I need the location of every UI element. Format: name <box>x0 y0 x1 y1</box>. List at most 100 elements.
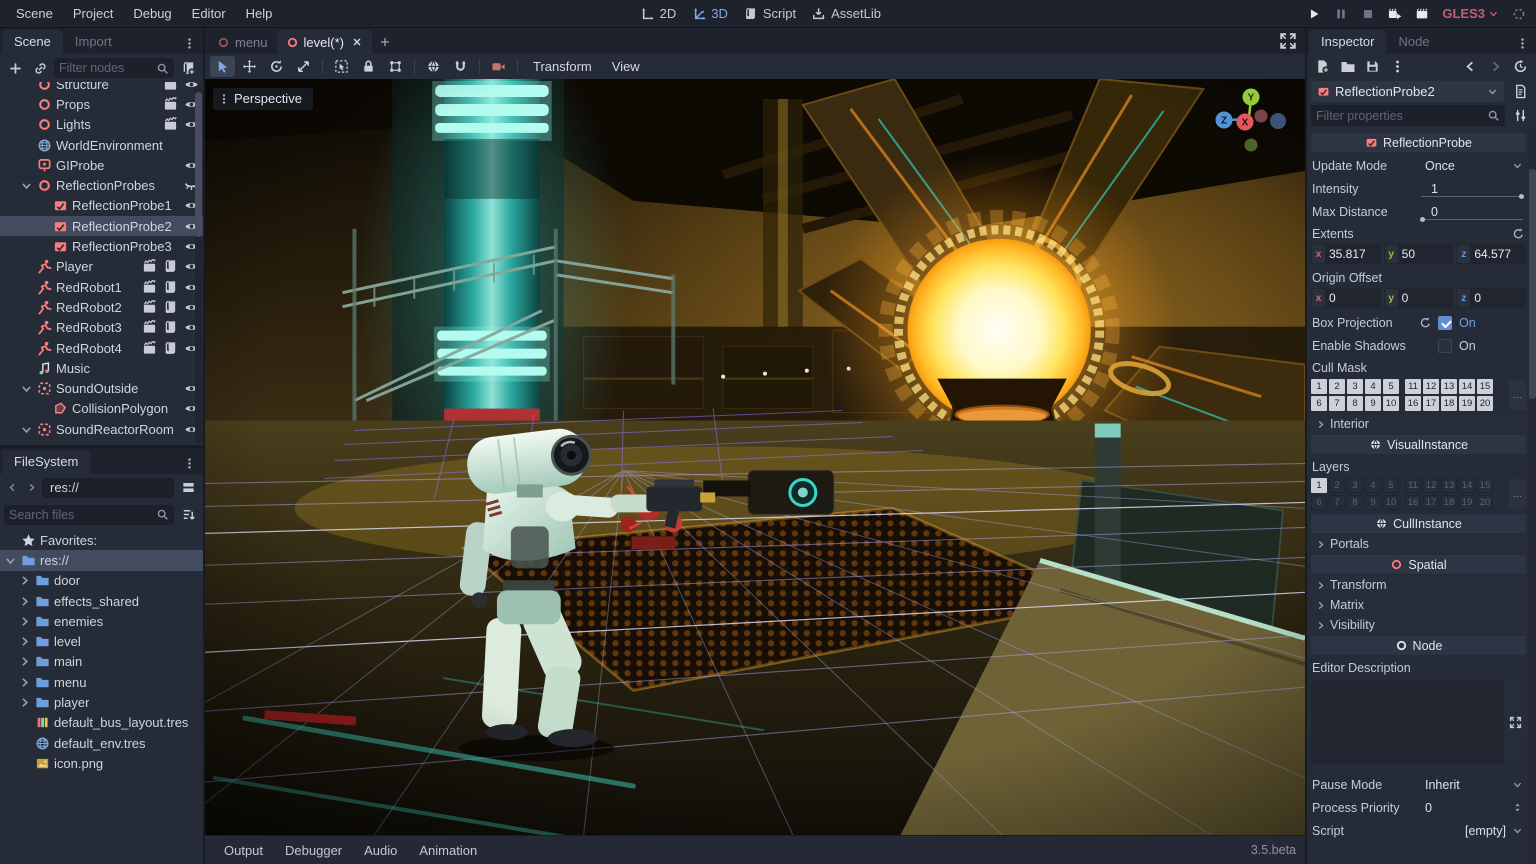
layer-cell-20[interactable]: 20 <box>1477 396 1493 411</box>
layer-cell-18[interactable]: 18 <box>1441 396 1457 411</box>
layer-cell-3[interactable]: 3 <box>1347 478 1363 493</box>
fs-item-effects_shared[interactable]: effects_shared <box>0 591 203 611</box>
fs-item-enemies[interactable]: enemies <box>0 611 203 631</box>
max-distance-field[interactable]: 0 <box>1419 202 1525 222</box>
expand-description-button[interactable] <box>1504 680 1526 764</box>
layer-cell-9[interactable]: 9 <box>1365 495 1381 510</box>
pause-mode-select[interactable]: Inherit <box>1419 775 1525 795</box>
groups-button[interactable] <box>162 116 179 133</box>
fs-forward-button[interactable] <box>23 479 39 497</box>
script-button[interactable] <box>162 258 179 275</box>
pause-button[interactable] <box>1330 3 1352 25</box>
layer-cell-2[interactable]: 2 <box>1329 379 1345 394</box>
scene-node-GIProbe[interactable]: GIProbe <box>0 155 203 175</box>
local-space-button[interactable] <box>421 56 446 77</box>
attach-script-button[interactable] <box>177 58 199 78</box>
layer-cell-19[interactable]: 19 <box>1459 495 1475 510</box>
scene-node-ReflectionProbe1[interactable]: ReflectionProbe1 <box>0 196 203 216</box>
scene-node-ReflectionProbe2[interactable]: ReflectionProbe2 <box>0 216 203 237</box>
editor-description-field[interactable] <box>1311 680 1526 764</box>
fs-split-mode-button[interactable] <box>177 478 199 498</box>
scene-tab-level[interactable]: level(*) <box>276 30 372 54</box>
inspector-scrollbar[interactable] <box>1529 129 1536 864</box>
stop-button[interactable] <box>1357 3 1379 25</box>
history-forward-button[interactable] <box>1484 57 1507 77</box>
snap-toggle-button[interactable] <box>448 56 473 77</box>
layer-cell-12[interactable]: 12 <box>1423 478 1439 493</box>
fs-item-res[interactable]: res:// <box>0 550 203 571</box>
layer-cell-20[interactable]: 20 <box>1477 495 1493 510</box>
layer-cell-10[interactable]: 10 <box>1383 495 1399 510</box>
revert-icon[interactable] <box>1419 316 1432 329</box>
rotate-tool-button[interactable] <box>264 56 289 77</box>
add-node-button[interactable] <box>4 58 26 78</box>
layer-cell-16[interactable]: 16 <box>1405 396 1421 411</box>
tab-node[interactable]: Node <box>1386 30 1441 54</box>
filter-properties-field[interactable] <box>1316 108 1487 123</box>
fs-item-main[interactable]: main <box>0 652 203 672</box>
layer-cell-14[interactable]: 14 <box>1459 379 1475 394</box>
menu-scene[interactable]: Scene <box>6 3 63 24</box>
layer-cell-8[interactable]: 8 <box>1347 396 1363 411</box>
list-select-button[interactable] <box>329 56 354 77</box>
layer-cell-4[interactable]: 4 <box>1365 379 1381 394</box>
filter-nodes-input[interactable] <box>54 58 174 78</box>
groups-button[interactable] <box>141 299 158 316</box>
layer-cell-18[interactable]: 18 <box>1441 495 1457 510</box>
fs-item-default_bus_layout.tres[interactable]: default_bus_layout.tres <box>0 713 203 733</box>
fs-item-door[interactable]: door <box>0 571 203 591</box>
layer-cell-1[interactable]: 1 <box>1311 379 1327 394</box>
layer-cell-6[interactable]: 6 <box>1311 495 1327 510</box>
resource-extra-menu-button[interactable] <box>1386 57 1409 77</box>
layer-cell-11[interactable]: 11 <box>1405 379 1421 394</box>
box-projection-checkbox[interactable] <box>1438 315 1452 330</box>
property-tools-button[interactable] <box>1508 105 1532 126</box>
groups-button[interactable] <box>141 258 158 275</box>
filter-nodes-field[interactable] <box>59 61 156 75</box>
fs-item-level[interactable]: level <box>0 631 203 651</box>
workspace-3d[interactable]: 3D <box>692 6 728 21</box>
scene-node-Lights[interactable]: Lights <box>0 115 203 135</box>
fs-item-icon.png[interactable]: icon.png <box>0 753 203 773</box>
script-select[interactable]: [empty] <box>1419 821 1525 841</box>
view-menu[interactable]: View <box>603 59 649 74</box>
open-docs-button[interactable] <box>1508 81 1532 102</box>
layer-cell-17[interactable]: 17 <box>1423 396 1439 411</box>
scene-dock-menu-button[interactable] <box>176 37 203 54</box>
play-button[interactable] <box>1303 3 1325 25</box>
scene-tree-scrollbar[interactable] <box>195 86 202 443</box>
menu-debug[interactable]: Debug <box>123 3 181 24</box>
layer-cell-13[interactable]: 13 <box>1441 478 1457 493</box>
layer-cell-17[interactable]: 17 <box>1423 495 1439 510</box>
menu-help[interactable]: Help <box>236 3 283 24</box>
scene-node-Structure[interactable]: Structure <box>0 82 203 94</box>
load-resource-button[interactable] <box>1336 57 1359 77</box>
category-cullinstance[interactable]: CullInstance <box>1311 514 1526 533</box>
layer-cell-6[interactable]: 6 <box>1311 396 1327 411</box>
update-spinner-button[interactable] <box>1508 3 1530 25</box>
layer-cell-16[interactable]: 16 <box>1405 495 1421 510</box>
filter-properties-input[interactable] <box>1311 105 1505 126</box>
layers-more-button[interactable]: ... <box>1509 479 1526 509</box>
tab-scene[interactable]: Scene <box>2 30 63 54</box>
layer-cell-14[interactable]: 14 <box>1459 478 1475 493</box>
workspace-script[interactable]: Script <box>744 6 796 21</box>
tab-filesystem[interactable]: FileSystem <box>2 450 91 474</box>
fs-sort-button[interactable] <box>177 505 199 525</box>
category-node[interactable]: Node <box>1311 636 1526 655</box>
script-button[interactable] <box>162 340 179 357</box>
search-files-field[interactable] <box>9 507 156 522</box>
scene-node-ReflectionProbe3[interactable]: ReflectionProbe3 <box>0 236 203 256</box>
new-resource-button[interactable] <box>1311 57 1334 77</box>
origin-z-field[interactable]: z0 <box>1456 288 1527 308</box>
process-priority-field[interactable]: 0 <box>1419 798 1525 818</box>
update-mode-select[interactable]: Once <box>1419 156 1525 176</box>
revert-icon[interactable] <box>1512 227 1525 240</box>
bottom-tab-audio[interactable]: Audio <box>354 839 407 862</box>
groups-button[interactable] <box>141 340 158 357</box>
layer-cell-4[interactable]: 4 <box>1365 478 1381 493</box>
play-scene-button[interactable] <box>1384 3 1406 25</box>
bottom-tab-animation[interactable]: Animation <box>409 839 487 862</box>
script-button[interactable] <box>162 319 179 336</box>
scene-node-RedRobot1[interactable]: RedRobot1 <box>0 277 203 297</box>
